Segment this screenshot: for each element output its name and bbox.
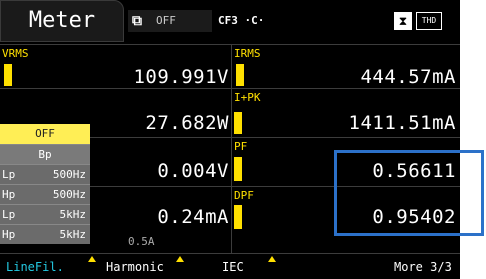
filter-bp-option[interactable]: Bp [0, 144, 90, 164]
hourglass-icon: ⧗ [394, 12, 412, 30]
vrms-label: VRMS [2, 47, 29, 60]
irms-label: IRMS [234, 47, 261, 60]
hold-label: OFF [156, 14, 176, 27]
reactive-value: 0.004V [157, 160, 229, 182]
highlight-box [334, 150, 484, 236]
apparent-value: 0.24mA [157, 206, 229, 228]
filter-option[interactable]: Lp 5kHz [0, 204, 90, 224]
linefil-softkey[interactable]: LineFil. [6, 260, 64, 274]
filter-frequency: 5kHz [59, 208, 87, 221]
vrms-bar [4, 64, 12, 86]
filter-option[interactable]: Hp 500Hz [0, 184, 90, 204]
ipk-value: 1411.51mA [348, 112, 456, 134]
filter-option[interactable]: Lp 500Hz [0, 164, 90, 184]
iec-softkey[interactable]: IEC [222, 260, 244, 274]
filter-option[interactable]: Hp 5kHz [0, 224, 90, 244]
filter-frequency: 5kHz [59, 228, 87, 241]
more-softkey[interactable]: More 3/3 [394, 260, 452, 274]
power-bar [234, 112, 242, 134]
harmonic-softkey[interactable]: Harmonic [106, 260, 164, 274]
row-divider [90, 137, 460, 138]
current-range-label: 0.5A [128, 235, 155, 248]
thd-label: THD [416, 12, 442, 30]
hold-toggle[interactable]: ⧉ OFF [128, 10, 212, 32]
filter-type: Hp [2, 228, 16, 241]
apparent-bar [234, 205, 242, 229]
softkey-bar: LineFil. Harmonic IEC More 3/3 [0, 254, 460, 279]
top-bar: Meter ⧉ OFF CF3 ·C· ⧗ THD [0, 0, 460, 44]
pf-label: PF [234, 140, 248, 153]
filter-frequency: 500Hz [52, 168, 86, 181]
filter-frequency: 500Hz [52, 188, 86, 201]
vrms-value: 109.991V [133, 66, 229, 88]
meter-screen: Meter ⧉ OFF CF3 ·C· ⧗ THD VRMS 109.991V … [0, 0, 460, 279]
irms-value: 444.57mA [360, 66, 456, 88]
irms-bar [236, 64, 244, 86]
reactive-bar [234, 157, 242, 181]
ipk-label: I+PK [234, 91, 261, 104]
softkey-arrow-icon [176, 256, 184, 262]
row-divider [0, 44, 460, 45]
filter-type: Lp [2, 168, 16, 181]
power-value: 27.682W [145, 112, 229, 134]
hold-icon: ⧉ [132, 13, 142, 29]
meter-tab[interactable]: Meter [0, 0, 124, 42]
softkey-arrow-icon [88, 256, 96, 262]
row-divider [0, 88, 460, 89]
filter-off-option[interactable]: OFF [0, 124, 90, 144]
column-divider [231, 44, 232, 254]
dpf-label: DPF [234, 189, 254, 202]
thd-indicator: ⧗ THD [394, 10, 444, 32]
softkey-arrow-icon [268, 256, 276, 262]
filter-type: Lp [2, 208, 16, 221]
filter-type: Hp [2, 188, 16, 201]
crest-factor-indicator: CF3 ·C· [218, 10, 278, 32]
